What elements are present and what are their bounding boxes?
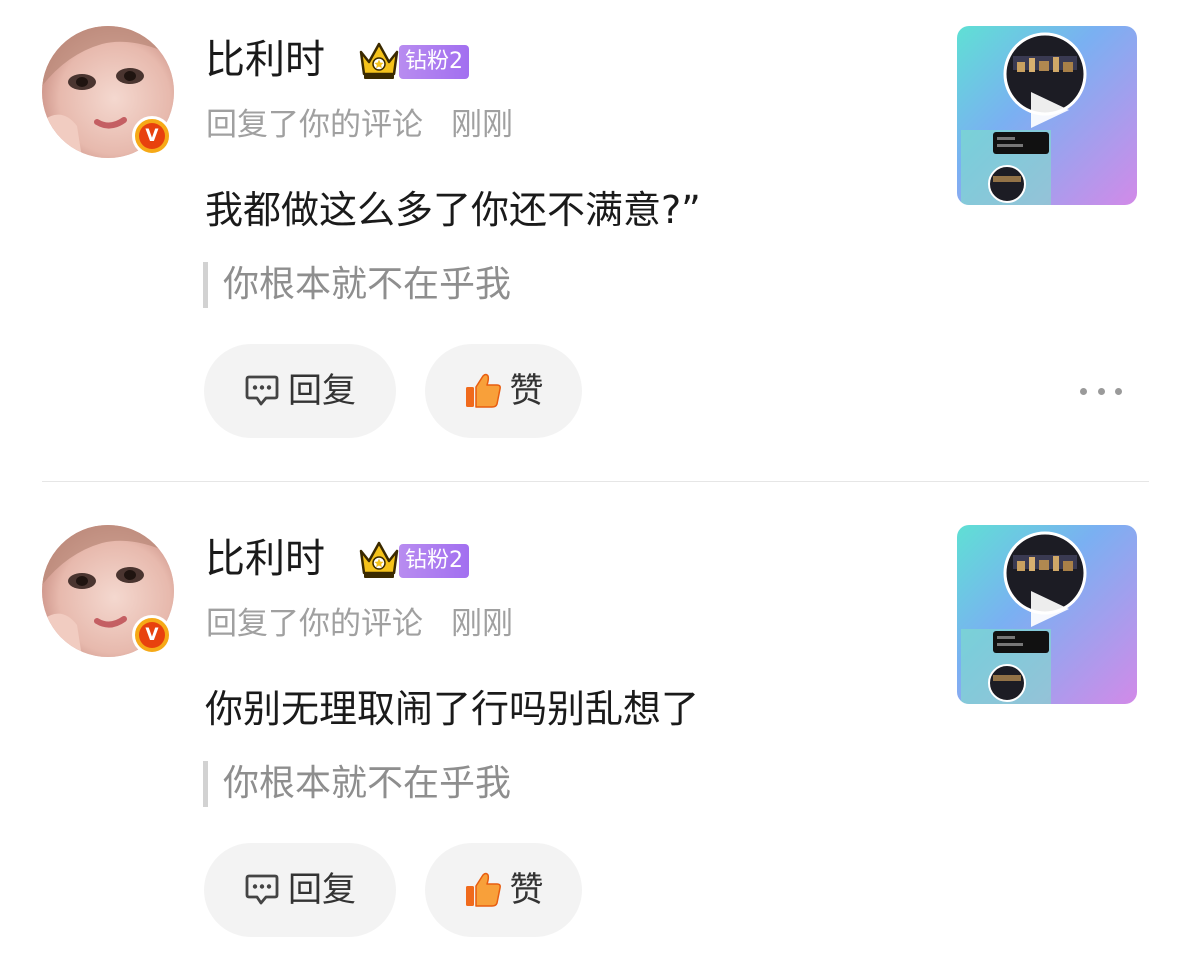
action-text: 回复了你的评论	[206, 107, 423, 143]
reply-button[interactable]: 回复	[204, 843, 396, 937]
like-button[interactable]: 赞	[425, 344, 582, 438]
verified-v-icon: V	[132, 615, 172, 655]
verified-v-icon: V	[132, 116, 172, 156]
reply-button[interactable]: 回复	[204, 344, 396, 438]
username[interactable]: 比利时	[205, 533, 325, 585]
quoted-comment[interactable]: 你根本就不在乎我	[203, 761, 511, 807]
more-dots-icon[interactable]	[1080, 376, 1122, 406]
like-button[interactable]: 赞	[425, 843, 582, 937]
meta-line: 回复了你的评论 刚刚	[206, 603, 513, 645]
reply-label: 回复	[288, 870, 356, 910]
timestamp: 刚刚	[451, 606, 513, 642]
video-thumbnail[interactable]	[957, 26, 1137, 205]
timestamp: 刚刚	[451, 107, 513, 143]
comment-text: 我都做这么多了你还不满意?”	[205, 188, 701, 232]
crown-icon	[357, 539, 401, 581]
fan-level-badge: 钻粉2	[399, 544, 469, 578]
fan-level-badge: 钻粉2	[399, 45, 469, 79]
video-thumbnail[interactable]	[957, 525, 1137, 704]
like-label: 赞	[509, 870, 544, 910]
quoted-comment[interactable]: 你根本就不在乎我	[203, 262, 511, 308]
crown-icon	[357, 40, 401, 82]
thumbs-up-icon	[465, 373, 501, 408]
thumbs-up-icon	[465, 872, 501, 907]
comment-text: 你别无理取闹了行吗别乱想了	[205, 687, 700, 731]
meta-line: 回复了你的评论 刚刚	[206, 104, 513, 146]
action-text: 回复了你的评论	[206, 606, 423, 642]
reply-label: 回复	[288, 371, 356, 411]
username[interactable]: 比利时	[205, 34, 325, 86]
comment-bubble-icon	[245, 375, 279, 406]
like-label: 赞	[509, 371, 544, 411]
divider	[42, 481, 1149, 482]
comment-bubble-icon	[245, 874, 279, 905]
